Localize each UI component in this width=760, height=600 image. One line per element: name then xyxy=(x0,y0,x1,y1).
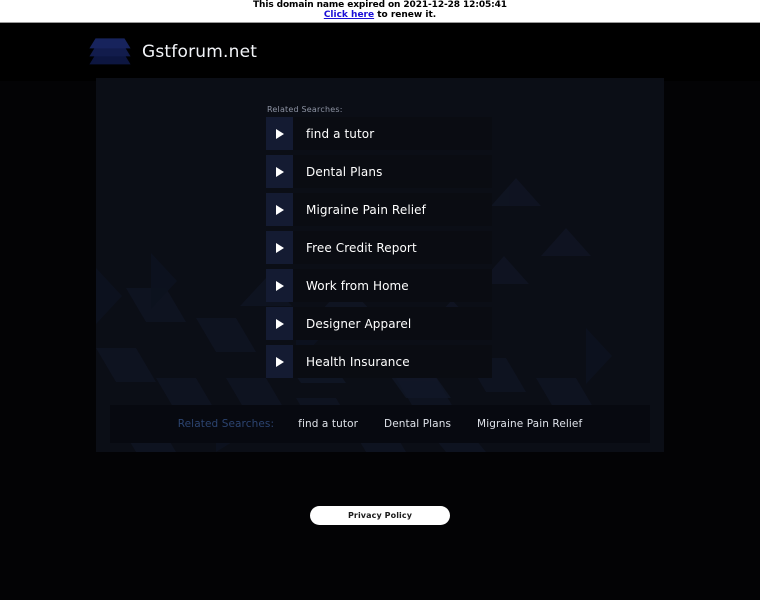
list-item[interactable]: Health Insurance xyxy=(266,345,492,378)
list-item[interactable]: Migraine Pain Relief xyxy=(266,193,492,226)
list-item-label: Work from Home xyxy=(306,278,409,293)
footer-link-migraine-pain-relief[interactable]: Migraine Pain Relief xyxy=(477,418,582,430)
list-item-label: Designer Apparel xyxy=(306,316,412,331)
renew-line: Click here to renew it. xyxy=(0,11,760,20)
play-arrow-icon xyxy=(266,345,293,378)
list-item-label: find a tutor xyxy=(306,126,375,141)
privacy-policy-button[interactable]: Privacy Policy xyxy=(310,506,450,525)
site-header: Gstforum.net xyxy=(0,23,760,81)
list-item-label: Dental Plans xyxy=(306,164,383,179)
related-searches-footer-bar: Related Searches: find a tutor Dental Pl… xyxy=(110,405,650,443)
logo-layer-top xyxy=(89,38,131,49)
list-item-label: Migraine Pain Relief xyxy=(306,202,426,217)
domain-expiry-banner: This domain name expired on 2021-12-28 1… xyxy=(0,0,760,23)
play-arrow-icon xyxy=(266,269,293,302)
play-arrow-icon xyxy=(266,117,293,150)
related-searches-footer-label: Related Searches: xyxy=(177,418,275,430)
renew-tail-text: to renew it. xyxy=(374,10,437,20)
play-arrow-icon xyxy=(266,231,293,264)
expiry-message: This domain name expired on 2021-12-28 1… xyxy=(253,0,507,10)
renew-link[interactable]: Click here xyxy=(324,10,374,20)
related-searches-label: Related Searches: xyxy=(267,105,343,114)
footer-link-find-a-tutor[interactable]: find a tutor xyxy=(298,418,358,430)
site-title: Gstforum.net xyxy=(142,42,258,62)
privacy-policy-area: Privacy Policy xyxy=(0,506,760,525)
list-item[interactable]: Designer Apparel xyxy=(266,307,492,340)
play-arrow-icon xyxy=(266,193,293,226)
list-item-label: Health Insurance xyxy=(306,354,410,369)
play-arrow-icon xyxy=(266,307,293,340)
footer-link-dental-plans[interactable]: Dental Plans xyxy=(384,418,451,430)
related-searches-list: find a tutor Dental Plans Migraine Pain … xyxy=(266,117,492,383)
list-item-label: Free Credit Report xyxy=(306,240,417,255)
panel-content: Related Searches: find a tutor Dental Pl… xyxy=(96,78,664,452)
list-item[interactable]: Work from Home xyxy=(266,269,492,302)
parking-panel: Related Searches: find a tutor Dental Pl… xyxy=(96,78,664,452)
list-item[interactable]: Dental Plans xyxy=(266,155,492,188)
list-item[interactable]: find a tutor xyxy=(266,117,492,150)
list-item[interactable]: Free Credit Report xyxy=(266,231,492,264)
play-arrow-icon xyxy=(266,155,293,188)
stacked-layers-icon xyxy=(89,34,131,70)
